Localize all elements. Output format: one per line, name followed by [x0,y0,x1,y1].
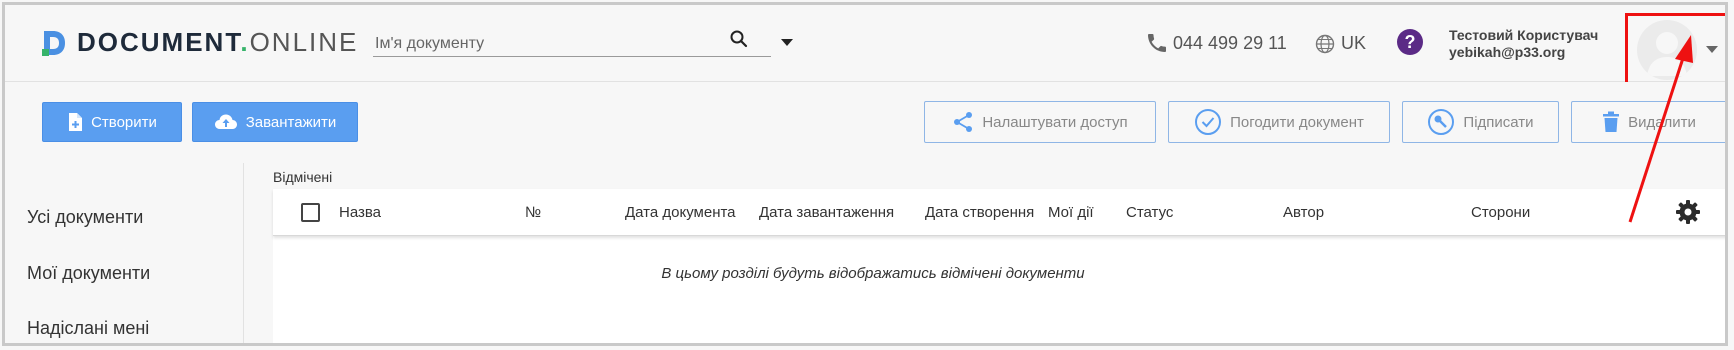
sidebar-item-sent-to-me[interactable]: Надіслані мені [27,318,149,339]
phone-icon [1148,34,1166,52]
language-selector[interactable]: UK [1315,33,1366,54]
top-bar: DOCUMENT.ONLINE 044 499 29 11 [5,5,1725,87]
trash-icon [1603,111,1620,132]
key-icon [1428,109,1455,135]
globe-icon [1315,34,1335,53]
column-header-created-date[interactable]: Дата створення [925,204,1034,221]
language-code: UK [1341,33,1367,53]
column-header-upload-date[interactable]: Дата завантаження [759,204,894,221]
user-name: Тестовий Користувач [1449,27,1599,43]
configure-access-button[interactable]: Налаштувати доступ [924,101,1156,143]
search-input[interactable] [373,25,771,57]
search-icon[interactable] [729,29,749,54]
sidebar-item-all-documents[interactable]: Усі документи [27,207,143,228]
column-header-status[interactable]: Статус [1126,204,1173,221]
sign-button[interactable]: Підписати [1402,101,1559,143]
select-all-checkbox[interactable] [301,203,320,222]
sidebar: Усі документи Мої документи Надіслані ме… [5,163,244,343]
cloud-upload-icon [214,114,237,129]
gear-icon[interactable] [1675,199,1701,230]
delete-button[interactable]: Видалити [1571,101,1725,143]
search-bar [373,25,793,57]
app-window: DOCUMENT.ONLINE 044 499 29 11 [2,2,1728,346]
action-toolbar: Створити Завантажити Налаштувати доступ [5,82,1725,162]
file-plus-icon [69,113,83,131]
help-icon[interactable]: ? [1397,29,1423,55]
brand-logo[interactable]: DOCUMENT.ONLINE [41,27,358,58]
logo-icon [41,29,67,57]
column-header-name[interactable]: Назва [339,204,381,221]
chevron-down-icon[interactable] [781,39,793,46]
avatar-highlight-box[interactable] [1625,13,1725,87]
section-title: Відмічені [273,169,333,185]
column-header-number[interactable]: № [525,204,541,221]
table-header: Назва № Дата документа Дата завантаження… [273,189,1725,236]
column-header-my-actions[interactable]: Мої дії [1048,204,1094,221]
create-button[interactable]: Створити [42,102,182,142]
brand-name: DOCUMENT.ONLINE [77,27,359,57]
check-circle-icon [1195,109,1222,135]
documents-table: Назва № Дата документа Дата завантаження… [273,189,1725,343]
empty-state-message: В цьому розділі будуть відображатись від… [661,265,1085,282]
sidebar-item-my-documents[interactable]: Мої документи [27,263,150,284]
user-email: yebikah@p33.org [1449,44,1566,60]
chevron-down-icon[interactable] [1706,46,1718,53]
phone-text: 044 499 29 11 [1173,32,1287,53]
share-icon [954,112,973,132]
user-info[interactable]: Тестовий Користувач yebikah@p33.org [1449,27,1598,61]
column-header-author[interactable]: Автор [1283,204,1324,221]
phone-number: 044 499 29 11 [1145,31,1287,55]
upload-button[interactable]: Завантажити [192,102,358,142]
column-header-parties[interactable]: Сторони [1471,204,1530,221]
column-header-doc-date[interactable]: Дата документа [625,204,736,221]
approve-document-button[interactable]: Погодити документ [1168,101,1390,143]
avatar[interactable] [1637,20,1697,80]
